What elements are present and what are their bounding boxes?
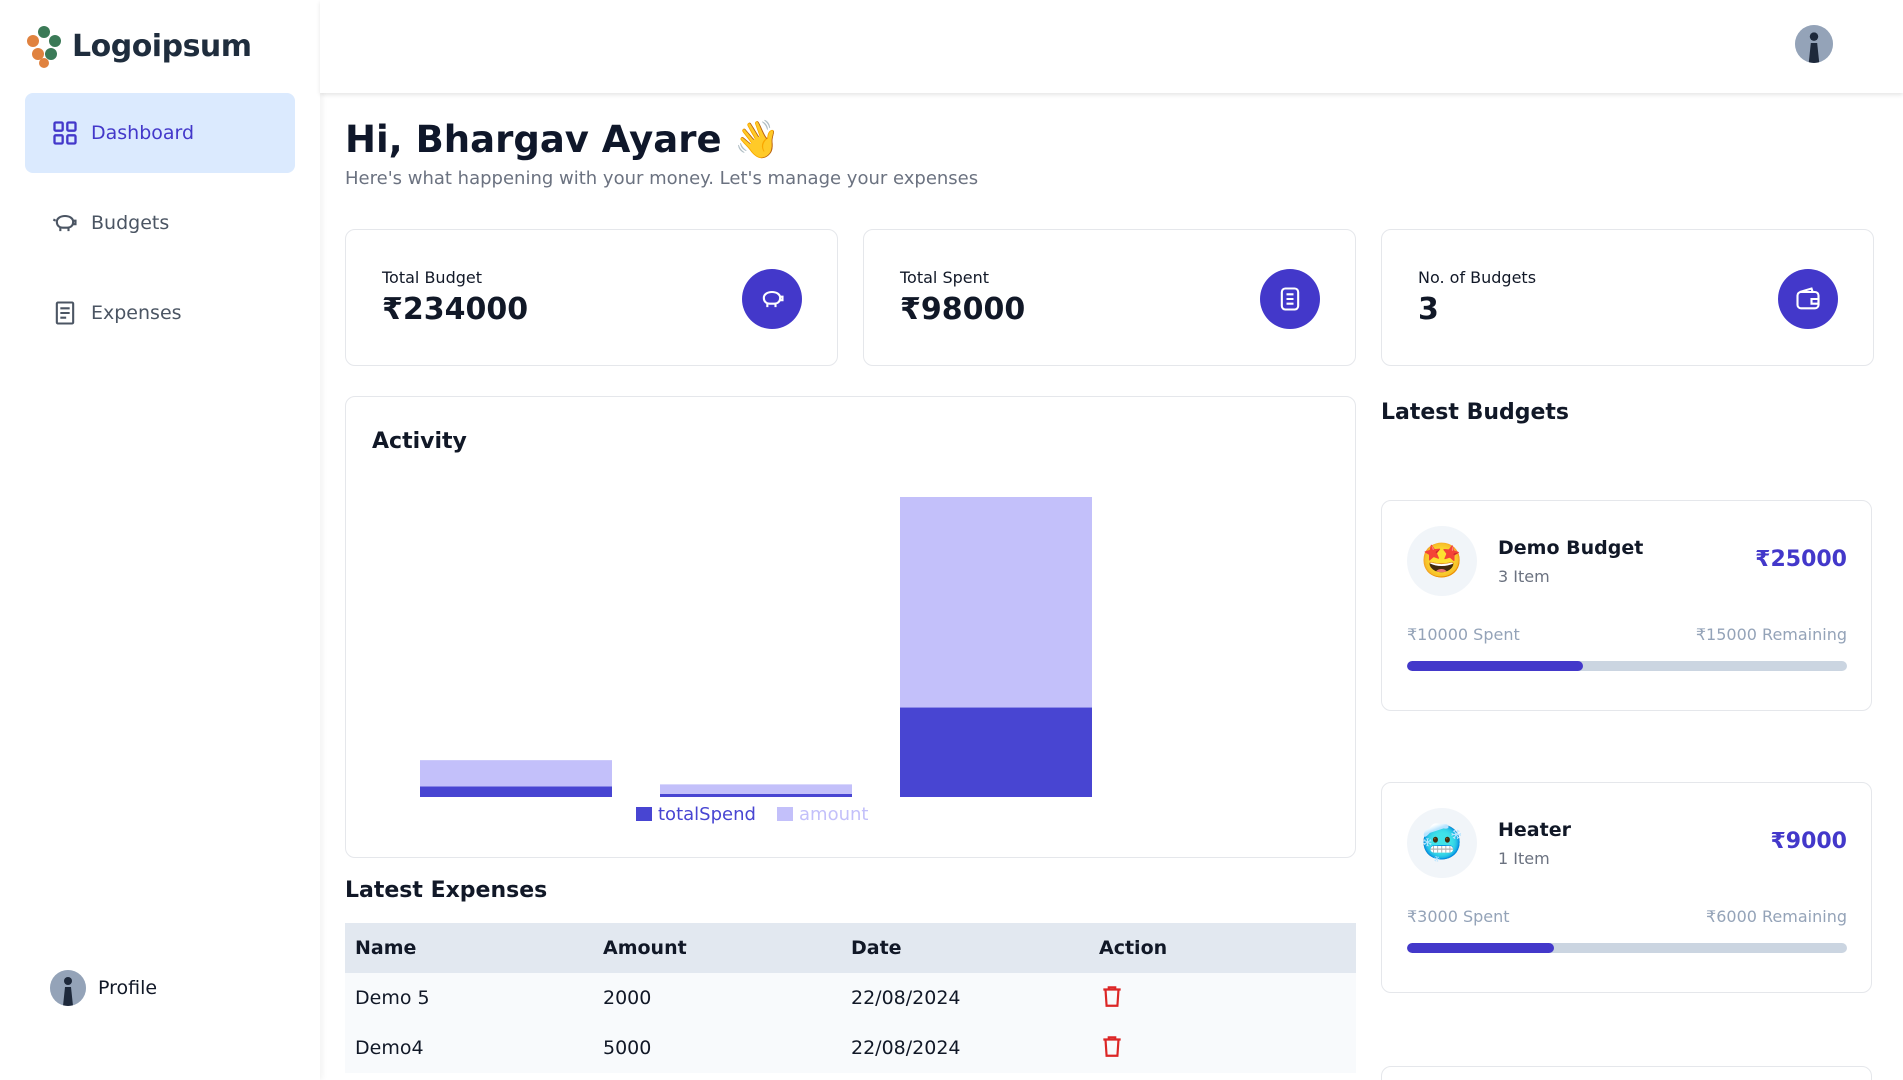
expenses-table: Name Amount Date Action Demo 5 2000 22/0… <box>345 923 1356 1073</box>
bar-amount-1[interactable] <box>420 760 612 787</box>
logo-mark-icon <box>27 26 61 68</box>
stat-label: Total Spent <box>900 268 990 287</box>
stat-label: Total Budget <box>382 268 482 287</box>
sidebar-item-label: Expenses <box>91 302 182 324</box>
expense-amount: 5000 <box>603 1037 652 1059</box>
sidebar-item-label: Dashboard <box>91 122 195 144</box>
sidebar-item-label: Budgets <box>91 212 170 234</box>
expense-name: Demo4 <box>355 1037 424 1059</box>
bar-totalSpend-1[interactable] <box>420 786 612 797</box>
expense-amount: 2000 <box>603 987 652 1009</box>
activity-chart: totalSpend amount <box>420 497 1092 825</box>
budget-name: Demo Budget <box>1498 537 1644 559</box>
bar-amount-2[interactable] <box>660 784 852 794</box>
budget-card-partial[interactable] <box>1381 1066 1872 1080</box>
budget-spent: ₹10000 Spent <box>1407 625 1520 644</box>
stat-value: ₹98000 <box>900 292 1026 327</box>
latest-expenses-title: Latest Expenses <box>345 878 548 903</box>
latest-budgets-title: Latest Budgets <box>1381 400 1570 425</box>
page-title: Hi, Bhargav Ayare 👋 <box>345 118 781 161</box>
table-header-row: Name Amount Date Action <box>345 923 1356 973</box>
profile-link[interactable]: Profile <box>50 970 157 1006</box>
budget-emoji-icon: 🤩 <box>1407 526 1477 596</box>
top-header <box>320 0 1903 93</box>
receipt-icon <box>1280 287 1300 311</box>
budget-progress-bar <box>1407 943 1847 953</box>
page-subtitle: Here's what happening with your money. L… <box>345 168 979 189</box>
sidebar-item-budgets[interactable]: Budgets <box>25 183 295 263</box>
budget-remaining: ₹6000 Remaining <box>1706 907 1847 926</box>
stat-icon-badge <box>1778 269 1838 329</box>
sidebar-item-expenses[interactable]: Expenses <box>25 273 295 353</box>
expense-action <box>1089 1032 1337 1065</box>
budget-name: Heater <box>1498 819 1571 841</box>
budget-spent: ₹3000 Spent <box>1407 907 1510 926</box>
table-row: Demo4 5000 22/08/2024 <box>345 1023 1356 1073</box>
stat-icon-badge <box>742 269 802 329</box>
stat-icon-badge <box>1260 269 1320 329</box>
budget-emoji-icon: 🥶 <box>1407 808 1477 878</box>
budget-amount: ₹9000 <box>1770 829 1847 854</box>
stat-card-no-of-budgets: No. of Budgets 3 <box>1381 229 1874 366</box>
stat-label: No. of Budgets <box>1418 268 1537 287</box>
grid-icon <box>53 121 77 145</box>
expense-name: Demo 5 <box>355 987 430 1009</box>
table-row: Demo 5 2000 22/08/2024 <box>345 973 1356 1023</box>
stat-card-total-budget: Total Budget ₹234000 <box>345 229 838 366</box>
piggy-bank-icon <box>762 290 784 308</box>
bar-amount-3[interactable] <box>900 497 1092 708</box>
column-header-name: Name <box>355 937 417 959</box>
budget-item-count: 3 Item <box>1498 567 1550 586</box>
wallet-icon <box>1796 287 1820 310</box>
activity-card: Activity totalSpend amount <box>345 396 1356 858</box>
legend-label-amount[interactable]: amount <box>799 804 868 825</box>
logo-text: Logoipsum <box>72 28 252 64</box>
column-header-amount: Amount <box>603 937 687 959</box>
trash-icon[interactable] <box>1099 982 1125 1010</box>
expense-date: 22/08/2024 <box>851 1037 961 1059</box>
expense-date: 22/08/2024 <box>851 987 961 1009</box>
stat-value: 3 <box>1418 292 1439 327</box>
budget-remaining: ₹15000 Remaining <box>1695 625 1847 644</box>
sidebar: Logoipsum Dashboard Budgets Expenses Pro… <box>0 0 320 1080</box>
piggy-bank-icon <box>52 214 77 232</box>
bar-totalSpend-3[interactable] <box>900 707 1092 797</box>
budget-item-count: 1 Item <box>1498 849 1550 868</box>
stat-value: ₹234000 <box>382 292 529 327</box>
budget-progress-bar <box>1407 661 1847 671</box>
budget-progress-fill <box>1407 943 1554 953</box>
stat-card-total-spent: Total Spent ₹98000 <box>863 229 1356 366</box>
budget-card[interactable]: 🤩 Demo Budget 3 Item ₹25000 ₹10000 Spent… <box>1381 500 1872 711</box>
bar-totalSpend-2[interactable] <box>660 793 852 797</box>
logo[interactable]: Logoipsum <box>24 24 252 68</box>
avatar <box>50 970 86 1006</box>
expense-action <box>1089 982 1337 1015</box>
column-header-action: Action <box>1099 937 1168 959</box>
budget-amount: ₹25000 <box>1755 547 1847 572</box>
person-silhouette-icon <box>50 970 86 1006</box>
column-header-date: Date <box>851 937 902 959</box>
legend-swatch-amount <box>777 807 793 821</box>
legend-swatch-totalSpend <box>636 807 652 821</box>
receipt-icon <box>55 301 75 325</box>
legend-label-totalSpend[interactable]: totalSpend <box>658 804 756 825</box>
sidebar-item-dashboard[interactable]: Dashboard <box>25 93 295 173</box>
budget-progress-fill <box>1407 661 1583 671</box>
header-avatar[interactable] <box>1795 25 1833 63</box>
trash-icon[interactable] <box>1099 1032 1125 1060</box>
profile-label: Profile <box>98 977 158 999</box>
person-silhouette-icon <box>1795 25 1833 63</box>
budget-card[interactable]: 🥶 Heater 1 Item ₹9000 ₹3000 Spent ₹6000 … <box>1381 782 1872 993</box>
